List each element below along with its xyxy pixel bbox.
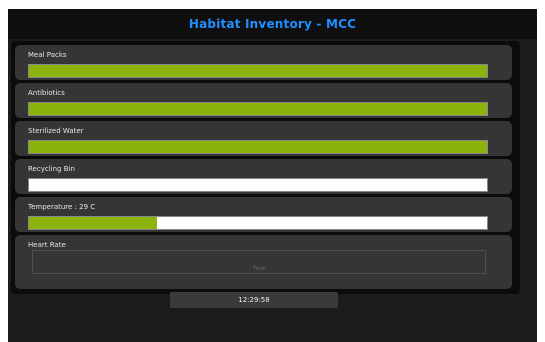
title-bar: Habitat Inventory - MCC (8, 9, 537, 39)
panel-temperature: Temperature : 29 C (15, 197, 512, 232)
app-title: Habitat Inventory - MCC (188, 17, 357, 31)
heart-rate-chart: Time (32, 250, 486, 274)
panel-sterilized-water: Sterilized Water (15, 121, 512, 156)
clock-time: 12:29:58 (238, 296, 270, 304)
panel-heart-rate: Heart Rate Time (15, 235, 512, 289)
panel-meal-packs: Meal Packs (15, 45, 512, 80)
panel-label: Temperature : 29 C (28, 203, 96, 211)
antibiotics-progress-bar (28, 102, 488, 116)
temperature-progress-fill (29, 217, 158, 229)
panel-label: Sterilized Water (28, 127, 84, 135)
antibiotics-progress-fill (29, 103, 487, 115)
panel-label: Heart Rate (28, 241, 66, 249)
panel-stack: Meal Packs Antibiotics Sterilized Water … (11, 41, 520, 294)
panel-antibiotics: Antibiotics (15, 83, 512, 118)
meal-packs-progress-bar (28, 64, 488, 78)
recycling-bin-progress-bar (28, 178, 488, 192)
inventory-window: Habitat Inventory - MCC Meal Packs Antib… (8, 9, 537, 342)
panel-label: Recycling Bin (28, 165, 75, 173)
sterilized-water-progress-fill (29, 141, 487, 153)
panel-recycling-bin: Recycling Bin (15, 159, 512, 194)
sterilized-water-progress-bar (28, 140, 488, 154)
panel-label: Meal Packs (28, 51, 67, 59)
panel-label: Antibiotics (28, 89, 65, 97)
clock-display: 12:29:58 (170, 292, 338, 308)
temperature-progress-bar (28, 216, 488, 230)
heart-rate-x-axis-label: Time (252, 266, 266, 272)
meal-packs-progress-fill (29, 65, 487, 77)
